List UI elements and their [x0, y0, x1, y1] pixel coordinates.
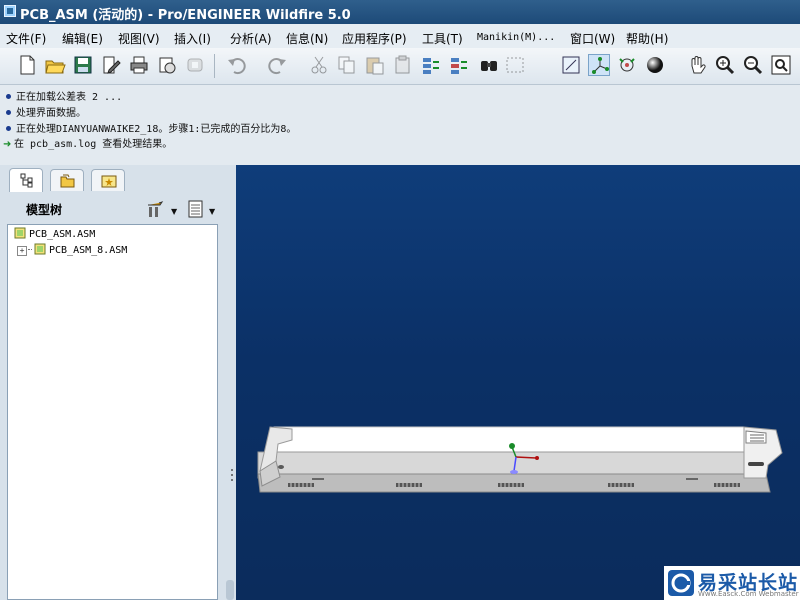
model-tree: PCB_ASM.ASM + PCB_ASM_8.ASM	[7, 224, 218, 600]
menu-view[interactable]: 视图(V)	[118, 30, 160, 47]
bullet-icon	[6, 94, 11, 99]
tree-title: 模型树	[26, 203, 63, 217]
regen-manager-icon[interactable]	[448, 54, 470, 76]
datum-axes-icon[interactable]	[588, 54, 610, 76]
new-file-icon[interactable]	[16, 54, 38, 76]
panel-splitter-handle[interactable]	[229, 465, 235, 495]
chevron-down-icon[interactable]: ▼	[171, 207, 177, 216]
settings-tools-icon[interactable]	[146, 199, 166, 219]
favorites-icon	[101, 175, 117, 188]
title-bar: PCB_ASM (活动的) - Pro/ENGINEER Wildfire 5.…	[0, 0, 800, 24]
layer-view-icon[interactable]	[560, 54, 582, 76]
graphics-viewport[interactable]	[236, 165, 800, 600]
message-area: 正在加载公差表 2 ... 处理界面数据。 正在处理DIANYUANWAIKE2…	[0, 85, 800, 165]
menu-applications[interactable]: 应用程序(P)	[342, 30, 407, 47]
print-icon[interactable]	[128, 54, 150, 76]
model-tree-icon	[20, 173, 33, 188]
menu-info[interactable]: 信息(N)	[286, 30, 328, 47]
shading-icon[interactable]	[644, 54, 666, 76]
regenerate-icon[interactable]	[420, 54, 442, 76]
tree-header: 模型树 ▼ ▼	[0, 193, 236, 223]
edit-icon[interactable]	[100, 54, 122, 76]
copy-icon[interactable]	[336, 54, 358, 76]
menu-tools[interactable]: 工具(T)	[422, 30, 463, 47]
pan-hand-icon[interactable]	[686, 54, 708, 76]
menu-analysis[interactable]: 分析(A)	[230, 30, 272, 47]
menu-window[interactable]: 窗口(W)	[570, 30, 615, 47]
copy-disk-icon[interactable]	[156, 54, 178, 76]
zoom-out-icon[interactable]	[742, 54, 764, 76]
tree-item-root[interactable]: PCB_ASM.ASM	[14, 227, 95, 243]
refit-icon[interactable]	[770, 54, 792, 76]
toolbar-separator	[214, 54, 215, 78]
chevron-down-icon[interactable]: ▼	[209, 207, 215, 216]
assembly-icon	[14, 227, 26, 239]
zoom-in-icon[interactable]	[714, 54, 736, 76]
tab-favorites[interactable]	[91, 169, 125, 191]
menu-help[interactable]: 帮助(H)	[626, 30, 668, 47]
paste-icon[interactable]	[364, 54, 386, 76]
menu-manikin[interactable]: Manikin(M)...	[477, 32, 555, 43]
save-icon[interactable]	[72, 54, 94, 76]
menu-insert[interactable]: 插入(I)	[174, 30, 211, 47]
pcb-assembly-model[interactable]	[236, 165, 800, 600]
bullet-icon	[6, 110, 11, 115]
navigator-panel: 模型树 ▼ ▼ PCB_ASM.ASM + PCB_ASM_8.ASM	[0, 165, 236, 600]
redo-icon[interactable]	[266, 54, 288, 76]
watermark-logo: 易采站长站 Www.Easck.Com Webmaster	[664, 566, 800, 600]
arrow-right-icon: ➜	[3, 139, 12, 150]
site-logo-icon	[668, 570, 694, 596]
app-icon	[4, 5, 16, 17]
bullet-icon	[6, 126, 11, 131]
show-list-icon[interactable]	[186, 199, 206, 219]
window-title: PCB_ASM (活动的) - Pro/ENGINEER Wildfire 5.…	[20, 8, 351, 23]
select-box-icon[interactable]	[504, 54, 526, 76]
find-icon[interactable]	[478, 54, 500, 76]
tree-item-subassembly[interactable]: + PCB_ASM_8.ASM	[17, 243, 127, 259]
menu-edit[interactable]: 编辑(E)	[62, 30, 103, 47]
erase-icon[interactable]	[184, 54, 206, 76]
menu-file[interactable]: 文件(F)	[6, 30, 46, 47]
message-line: ➜ 在 pcb_asm.log 查看处理结果。	[3, 139, 173, 150]
tab-folder-browser[interactable]	[50, 169, 84, 191]
tab-model-tree[interactable]	[9, 168, 43, 192]
message-line: 处理界面数据。	[6, 104, 86, 119]
cut-icon[interactable]	[308, 54, 330, 76]
paste-special-icon[interactable]	[392, 54, 414, 76]
assembly-icon	[34, 243, 46, 255]
menu-bar: 文件(F) 编辑(E) 视图(V) 插入(I) 分析(A) 信息(N) 应用程序…	[0, 24, 800, 48]
message-line: 正在处理DIANYUANWAIKE2_18。步骤1:已完成的百分比为8。	[6, 120, 296, 135]
watermark-subtext: Www.Easck.Com Webmaster	[698, 590, 799, 598]
folder-browser-icon	[60, 174, 75, 188]
message-line: 正在加载公差表 2 ...	[6, 88, 122, 103]
spin-center-icon[interactable]	[616, 54, 638, 76]
scrollbar-thumb[interactable]	[226, 580, 234, 600]
open-folder-icon[interactable]	[44, 54, 66, 76]
expand-icon[interactable]: +	[17, 246, 27, 256]
undo-icon[interactable]	[226, 54, 248, 76]
toolbar	[0, 48, 800, 85]
